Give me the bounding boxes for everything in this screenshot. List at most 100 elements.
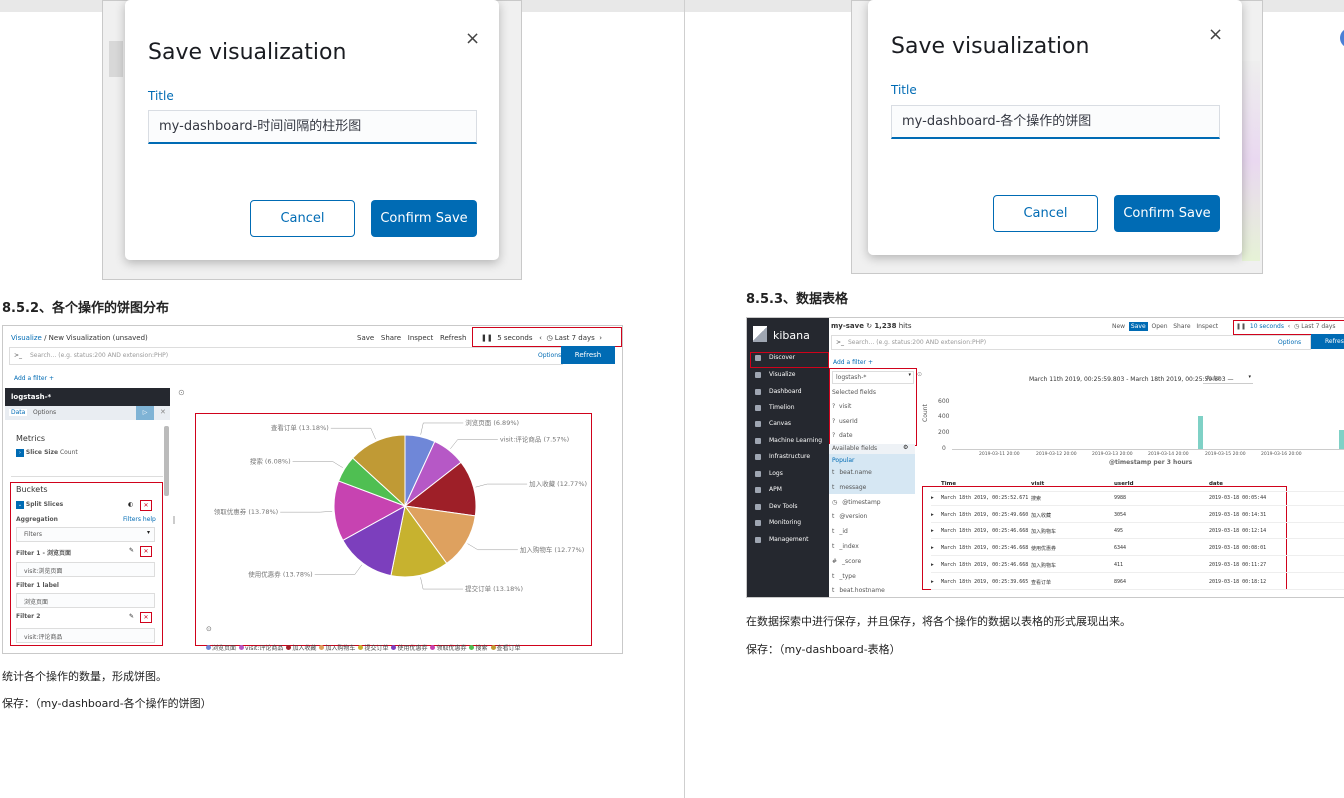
legend-item[interactable]: 加入购物车 [319,645,355,652]
field-type-icon: # [832,557,838,565]
selected-fields-title: Selected fields [832,389,876,396]
available-field[interactable]: t _type [832,573,856,580]
available-field[interactable]: t _id [832,528,848,535]
interval-select[interactable]: Auto ▾ [1203,374,1253,384]
field-type-icon: t [832,587,835,595]
cancel-button[interactable]: Cancel [250,200,355,237]
legend-item[interactable]: 使用优惠券 [391,645,427,652]
refresh-button[interactable]: Refresh [1311,334,1344,349]
legend-item[interactable]: 查看订单 [490,645,521,652]
prev-icon[interactable]: ‹ [1288,323,1290,330]
confirm-save-button[interactable]: Confirm Save [371,200,477,237]
nav-item[interactable]: Machine Learning [755,437,822,444]
expand-row-icon[interactable]: ▸ [931,562,934,568]
field-type-icon: t [832,528,835,536]
available-field[interactable]: # _score [832,558,861,565]
table-row[interactable]: ▸ March 18th 2019, 00:25:49.660 加入收藏 3054 20… [931,507,1344,523]
open-link[interactable]: Open [1151,323,1167,330]
nav-item[interactable]: Logs [755,470,783,477]
legend-item[interactable]: 浏览页面 [206,645,236,652]
legend-label: 领取优惠券 [436,645,467,652]
expand-row-icon[interactable]: ▸ [931,495,934,501]
nav-item[interactable]: Visualize [755,371,795,378]
expand-row-icon[interactable]: ▸ [931,545,934,551]
table-row[interactable]: ▸ March 18th 2019, 00:25:39.665 查看订单 8964 20… [931,574,1344,590]
table-row[interactable]: ▸ March 18th 2019, 00:25:46.668 加入购物车 495 20… [931,523,1344,540]
search-input[interactable]: Search... (e.g. status:200 AND extension… [848,339,986,346]
nav-item[interactable]: Canvas [755,420,791,427]
kibana-logo-icon [753,326,767,342]
nav-item[interactable]: Management [755,536,809,543]
add-filter-link[interactable]: Add a filter + [833,359,873,366]
nav-item[interactable]: Dev Tools [755,503,798,510]
table-row[interactable]: ▸ March 18th 2019, 00:25:52.671 搜索 9988 2019… [931,490,1344,506]
doc-table: Time visit userId date ▸ March 18th 2019,… [923,476,1344,591]
close-icon[interactable]: × [1208,24,1223,45]
col-header-visit[interactable]: visit [1031,481,1044,487]
pause-icon[interactable]: ❚❚ [1236,323,1246,330]
available-field[interactable]: t _index [832,543,859,550]
legend-item[interactable]: 提交订单 [358,645,388,652]
time-picker[interactable]: ❚❚ 10 seconds ‹ ◷ Last 7 days [1236,323,1336,330]
legend-item[interactable]: visit:评论商品 [239,645,283,652]
cancel-button[interactable]: Cancel [993,195,1098,232]
expand-row-icon[interactable]: ▸ [931,579,934,585]
save-link[interactable]: Save [1128,322,1148,331]
col-header-userid[interactable]: userId [1114,481,1134,487]
nav-item[interactable]: Timelion [755,404,795,411]
legend-swatch [430,645,436,650]
expand-row-icon[interactable]: ▸ [931,528,934,534]
nav-icon [755,453,761,460]
nav-item[interactable]: APM [755,486,782,493]
available-field[interactable]: t beat.hostname [832,587,885,594]
title-input[interactable]: my-dashboard-时间间隔的柱形图 [148,110,477,144]
legend-item[interactable]: 领取优惠券 [430,645,466,652]
close-icon[interactable]: × [465,28,480,49]
interval-select-value: Auto [1206,375,1220,382]
expand-row-icon[interactable]: ▸ [931,512,934,518]
table-row[interactable]: ▸ March 18th 2019, 00:25:46.668 使用优惠券 6344 2… [931,540,1344,557]
inspect-link[interactable]: Inspect [1196,323,1218,330]
histogram-bar [1198,416,1203,449]
help-icon[interactable]: ⊙ [917,371,922,378]
available-field[interactable]: t beat.name [832,469,872,476]
slice-label: 使用优惠券 (13.78%) [248,570,312,579]
nav-item[interactable]: Infrastructure [755,453,810,460]
options-link[interactable]: Options [1278,339,1301,346]
available-field[interactable]: ◷ @timestamp [832,499,881,506]
confirm-save-button[interactable]: Confirm Save [1114,195,1220,232]
share-link[interactable]: Share [1173,323,1190,330]
x-tick: 2019-03-16 20:00 [1261,452,1302,457]
nav-item-label: Machine Learning [769,437,823,444]
col-header-time[interactable]: Time [941,481,956,487]
index-pattern-select[interactable]: logstash-* ▾ [832,371,914,384]
nav-item[interactable]: Monitoring [755,519,801,526]
cell-date: 2019-03-18 00:18:12 [1209,578,1267,585]
table-row[interactable]: ▸ March 18th 2019, 00:25:46.668 加入购物车 411 20… [931,557,1344,573]
nav-item[interactable]: Dashboard [755,388,802,395]
slice-label-line [467,543,518,551]
selected-field[interactable]: ? visit [832,403,851,410]
selected-field[interactable]: ? date [832,432,853,439]
time-range[interactable]: Last 7 days [1301,323,1335,330]
cell-visit: 搜索 [1031,496,1042,502]
gear-icon[interactable]: ⚙ [903,444,908,451]
legend-item[interactable]: 加入收藏 [286,645,316,652]
available-field[interactable]: t message [832,484,866,491]
title-input[interactable]: my-dashboard-各个操作的饼图 [891,105,1220,139]
new-link[interactable]: New [1112,323,1125,330]
nav-icon [755,536,761,543]
modal-title: Save visualization [148,40,347,65]
slice-label-line [450,439,498,449]
col-header-date[interactable]: date [1209,481,1223,487]
legend-swatch [319,645,325,650]
interval-value[interactable]: 10 seconds [1250,323,1284,330]
legend-toggle-icon[interactable]: ⊙ [206,625,212,633]
slice-label-line [420,422,464,435]
legend-item[interactable]: 搜索 [469,645,488,652]
search-bar[interactable]: >_ Search... (e.g. status:200 AND extens… [831,335,1311,350]
y-tick: 400 [938,413,950,420]
nav-icon [755,388,761,395]
selected-field[interactable]: ? userId [832,418,858,425]
available-field[interactable]: t @version [832,513,867,520]
